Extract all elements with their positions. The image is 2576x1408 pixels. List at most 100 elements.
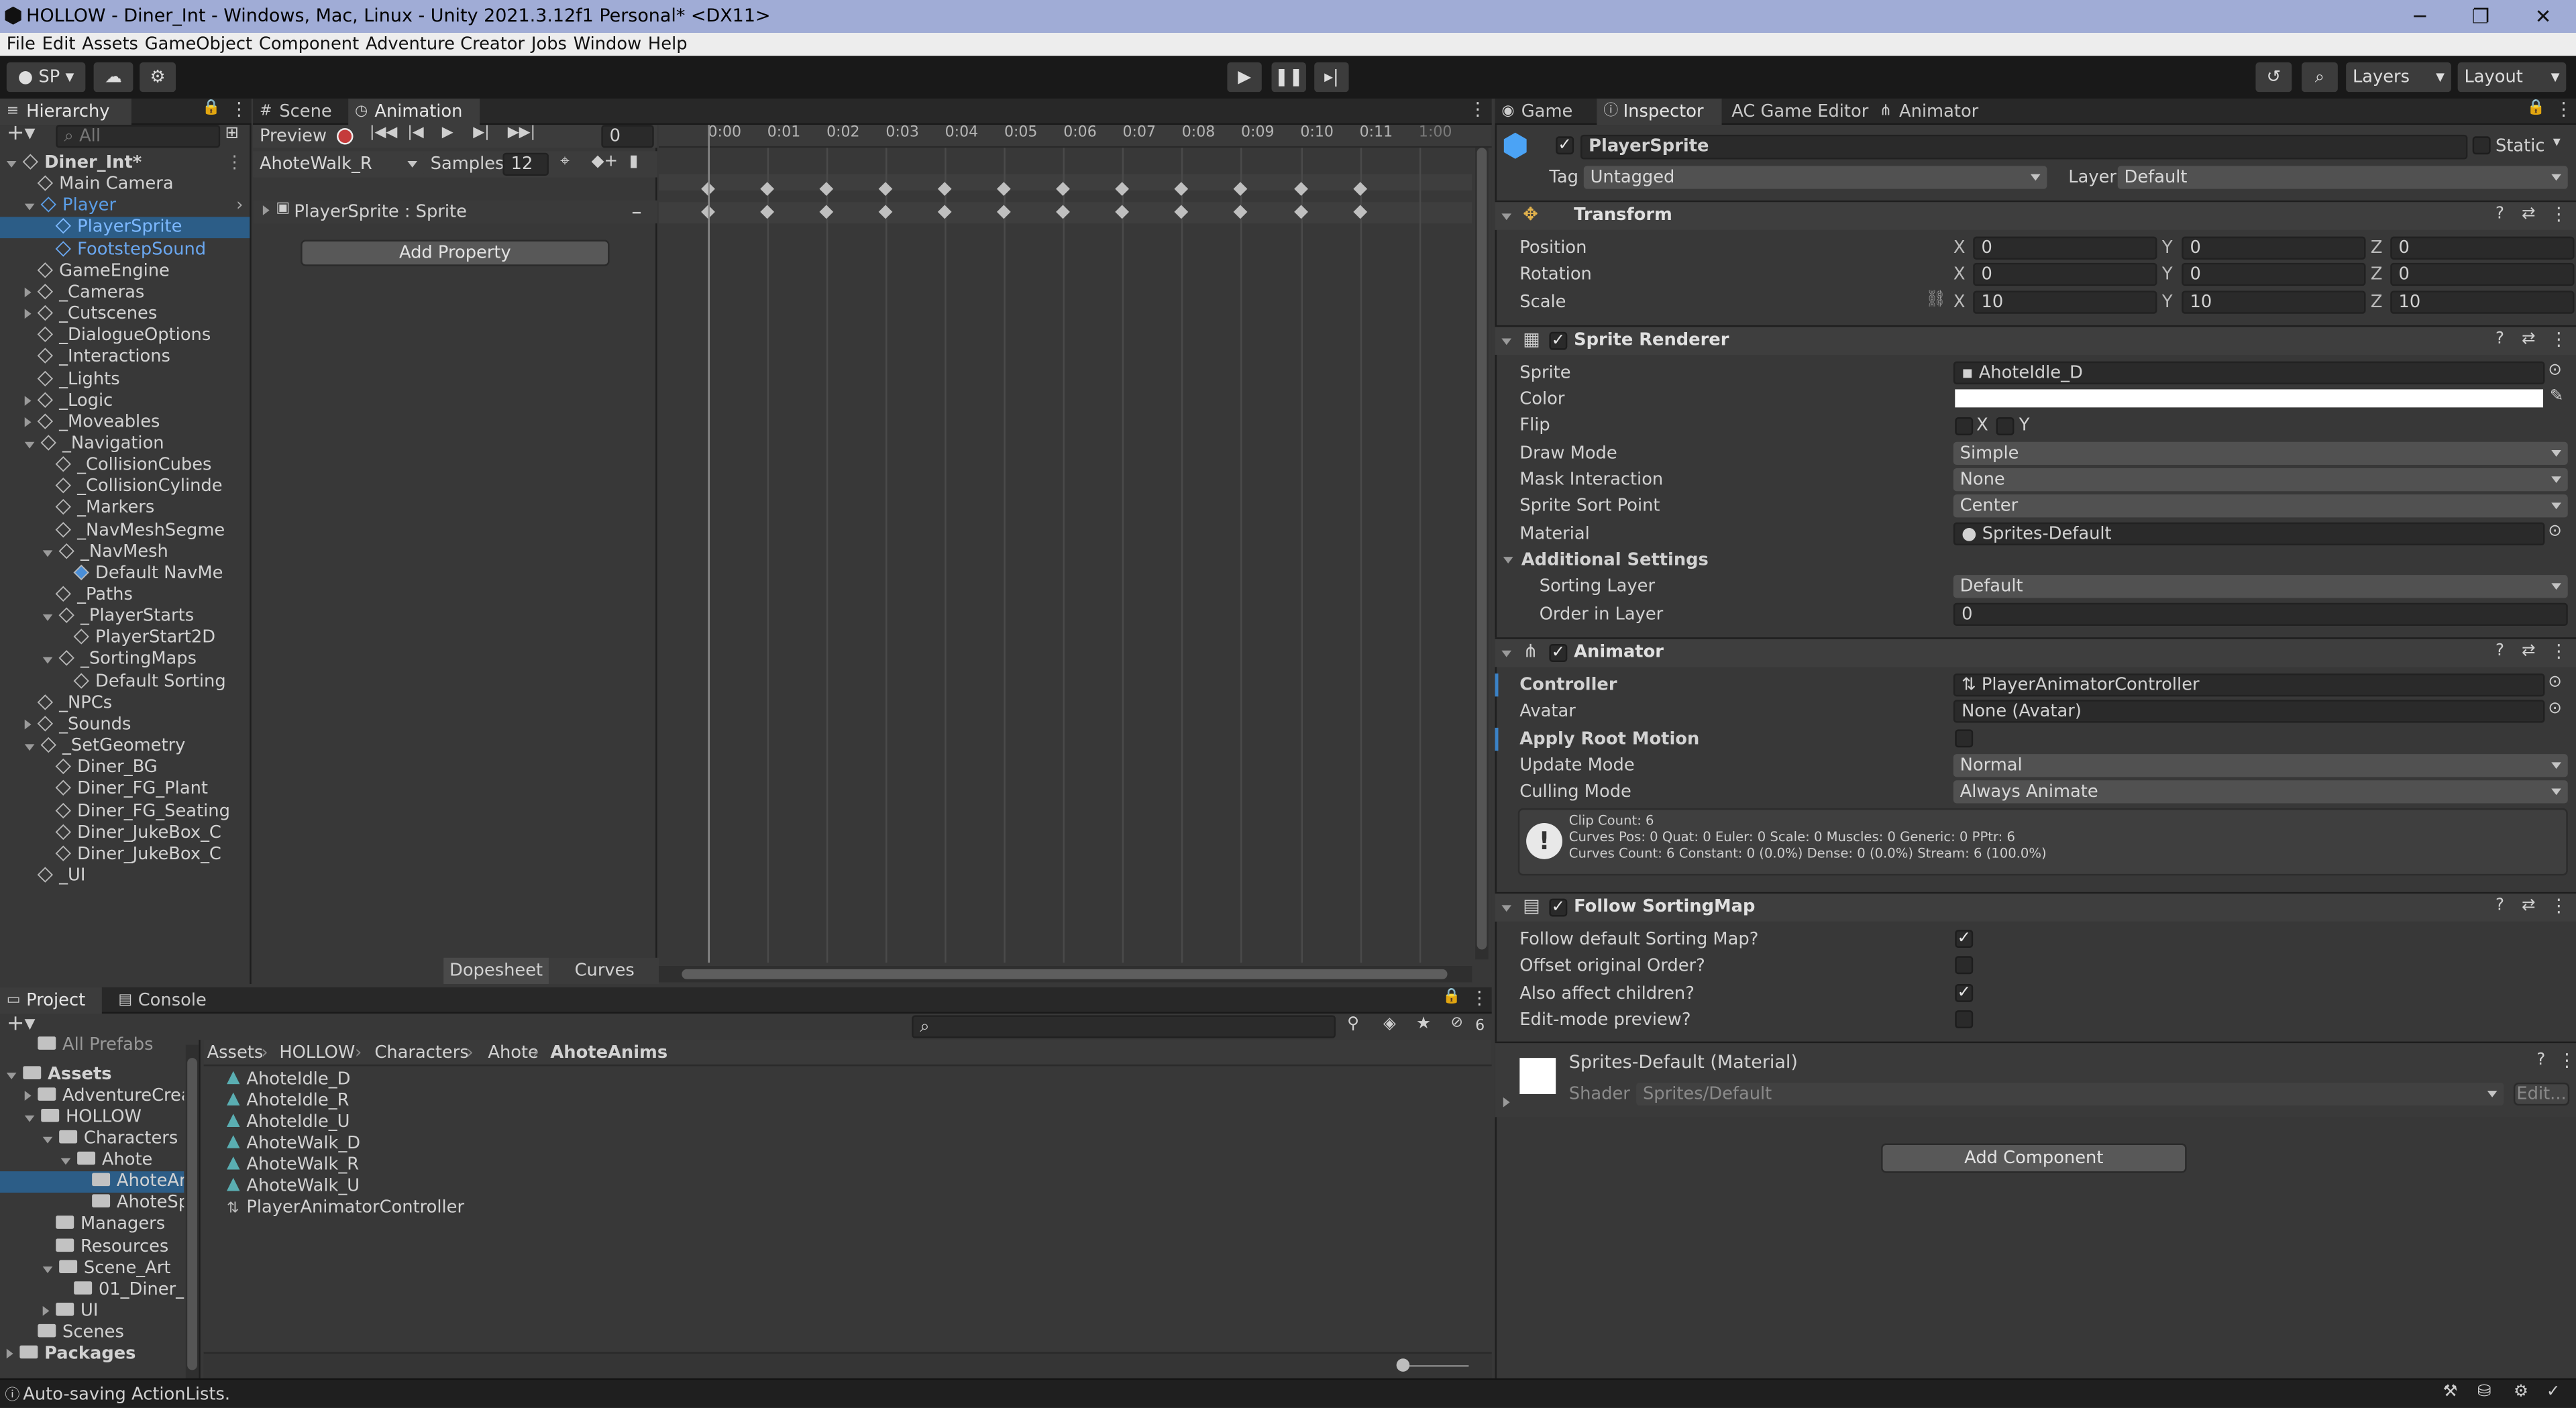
hierarchy-item[interactable]: _Navigation <box>0 433 250 455</box>
sprite-renderer-enabled-checkbox[interactable]: ✓ <box>1549 331 1568 350</box>
expand-arrow-icon[interactable] <box>24 287 32 297</box>
vertical-scrollbar[interactable] <box>1475 148 1489 960</box>
kebab-menu-icon[interactable]: ⋮ <box>226 153 244 174</box>
kebab-menu-icon[interactable]: ⋮ <box>2555 99 2573 120</box>
hierarchy-item[interactable]: _Markers <box>0 498 250 520</box>
breadcrumb-hollow[interactable]: HOLLOW <box>279 1042 355 1065</box>
help-icon[interactable]: ? <box>2496 330 2504 348</box>
zoom-slider[interactable] <box>1399 1365 1469 1367</box>
folder-tree-item[interactable]: Scene_Art <box>0 1258 184 1279</box>
preview-toggle[interactable]: Preview <box>260 125 327 148</box>
expand-arrow-icon[interactable] <box>262 205 270 215</box>
layer-dropdown[interactable]: Default <box>2117 166 2568 189</box>
folder-tree-item[interactable]: Characters <box>0 1129 184 1150</box>
minimize-button[interactable]: ─ <box>2387 1 2453 31</box>
collapse-arrow-icon[interactable] <box>1501 650 1512 657</box>
hierarchy-item[interactable]: Default Sorting <box>0 671 250 693</box>
rotation-z-field[interactable]: 0 <box>2390 263 2575 286</box>
asset-file-item[interactable]: AhoteIdle_R <box>226 1091 349 1112</box>
add-component-button[interactable]: Add Component <box>1881 1143 2187 1173</box>
tree-scrollbar[interactable] <box>185 1044 199 1378</box>
object-picker-icon[interactable]: ⊙ <box>2548 523 2562 541</box>
frame-field[interactable]: 0 <box>601 125 654 148</box>
asset-file-item[interactable]: AhoteWalk_D <box>226 1134 360 1155</box>
record-button[interactable] <box>337 128 354 145</box>
object-name-field[interactable]: PlayerSprite <box>1580 134 2468 160</box>
hierarchy-item[interactable]: _UI <box>0 865 250 887</box>
hierarchy-item[interactable]: _SortingMaps <box>0 649 250 671</box>
expand-arrow-icon[interactable] <box>42 614 53 622</box>
folder-tree-item[interactable]: Scenes <box>0 1322 184 1344</box>
hierarchy-item[interactable]: _Moveables <box>0 412 250 433</box>
dopesheet-tab[interactable]: Dopesheet <box>443 957 549 984</box>
flip-x-checkbox[interactable] <box>1955 417 1974 435</box>
material-field[interactable]: ● Sprites-Default <box>1953 522 2545 546</box>
collapse-arrow-icon[interactable] <box>1503 557 1513 564</box>
hierarchy-item[interactable]: Diner_JukeBox_C <box>0 844 250 865</box>
project-search-input[interactable]: ⌕ <box>912 1015 1336 1038</box>
expand-arrow-icon[interactable] <box>6 161 17 168</box>
follow-sortingmap-enabled-checkbox[interactable]: ✓ <box>1549 898 1568 917</box>
apply-root-motion-checkbox[interactable] <box>1955 729 1974 748</box>
asset-file-item[interactable]: AhoteIdle_D <box>226 1069 350 1091</box>
hierarchy-search-input[interactable]: ⌕ All <box>56 125 221 148</box>
hidden-packages-icon[interactable]: ⊘ <box>1450 1015 1462 1031</box>
step-button[interactable]: ▸| <box>1314 62 1349 93</box>
follow-option-checkbox[interactable]: ✓ <box>1955 930 1974 949</box>
lock-icon[interactable]: 🔒 <box>1442 989 1460 1005</box>
flip-y-checkbox[interactable] <box>1996 417 2015 435</box>
menu-component[interactable]: Component <box>256 34 362 56</box>
hierarchy-item[interactable]: _Sounds <box>0 714 250 736</box>
samples-field[interactable]: 12 <box>502 152 549 176</box>
folder-tree-item[interactable]: All Prefabs <box>0 1035 184 1057</box>
menu-gameobject[interactable]: GameObject <box>142 34 256 56</box>
hierarchy-item[interactable]: _Cameras <box>0 282 250 304</box>
folder-tree-item[interactable]: 01_Diner_I <box>0 1279 184 1301</box>
property-row[interactable]: ▣ PlayerSprite : Sprite <box>253 200 657 224</box>
sprite-sort-point-dropdown[interactable]: Center <box>1953 494 2568 518</box>
sprite-field[interactable]: ▪ AhoteIdle_D <box>1953 361 2545 385</box>
hierarchy-item[interactable]: PlayerSprite <box>0 217 250 239</box>
help-icon[interactable]: ? <box>2496 205 2504 223</box>
hierarchy-item[interactable]: FootstepSound <box>0 239 250 261</box>
tab-scene[interactable]: # Scene <box>253 99 345 125</box>
sorting-layer-dropdown[interactable]: Default <box>1953 575 2568 598</box>
hierarchy-item[interactable]: Main Camera <box>0 174 250 196</box>
shader-edit-button[interactable]: Edit... <box>2513 1082 2570 1106</box>
expand-arrow-icon[interactable] <box>42 657 53 665</box>
hierarchy-item[interactable]: Diner_FG_Seating <box>0 801 250 822</box>
expand-arrow-icon[interactable] <box>24 309 32 319</box>
hierarchy-item[interactable]: Default NavMe <box>0 563 250 585</box>
debug-icon[interactable]: ⚙ <box>2514 1383 2528 1401</box>
update-mode-dropdown[interactable]: Normal <box>1953 754 2568 777</box>
dopesheet-area[interactable]: 0:00 0:01 0:02 0:03 0:04 0:05 0:06 0:07 0:08 0:09… <box>659 125 1492 983</box>
tab-ac-game-editor[interactable]: AC Game Editor <box>1705 99 1870 125</box>
order-in-layer-field[interactable]: 0 <box>1953 602 2568 627</box>
menu-edit[interactable]: Edit <box>39 34 79 56</box>
last-key-button[interactable]: ▶▶| <box>508 125 535 141</box>
check-icon[interactable]: ✓ <box>2546 1383 2561 1401</box>
hierarchy-item[interactable]: _Interactions <box>0 347 250 369</box>
menu-window[interactable]: Window <box>570 34 645 56</box>
asset-file-item[interactable]: AhoteWalk_R <box>226 1155 359 1177</box>
remove-property-icon[interactable] <box>632 211 641 214</box>
kebab-menu-icon[interactable]: ⋮ <box>2550 329 2568 350</box>
shader-dropdown[interactable]: Sprites/Default <box>1636 1082 2504 1106</box>
menu-file[interactable]: File <box>3 34 39 56</box>
first-key-button[interactable]: |◀◀ <box>370 125 397 141</box>
chevron-down-icon[interactable]: ▾ <box>2553 135 2561 151</box>
kebab-menu-icon[interactable]: ⋮ <box>2558 1050 2576 1071</box>
tab-animation[interactable]: ◷ Animation <box>348 98 480 125</box>
hierarchy-item[interactable]: PlayerStart2D <box>0 628 250 649</box>
hierarchy-item[interactable]: _PlayerStarts <box>0 606 250 628</box>
play-button[interactable]: ▶ <box>442 125 453 141</box>
object-picker-icon[interactable]: ⊙ <box>2548 362 2562 380</box>
static-checkbox[interactable] <box>2472 136 2491 155</box>
breadcrumb-ahoteanims[interactable]: AhoteAnims <box>550 1042 667 1065</box>
add-event-icon[interactable]: ▮ <box>629 153 639 171</box>
pause-button[interactable]: ❚❚ <box>1271 62 1306 93</box>
hierarchy-item[interactable]: Diner_Int* ⋮ <box>0 153 250 174</box>
create-plus-button[interactable]: +▾ <box>7 123 50 148</box>
preset-icon[interactable]: ⇄ <box>2522 330 2536 348</box>
expand-arrow-icon[interactable] <box>42 1305 50 1315</box>
